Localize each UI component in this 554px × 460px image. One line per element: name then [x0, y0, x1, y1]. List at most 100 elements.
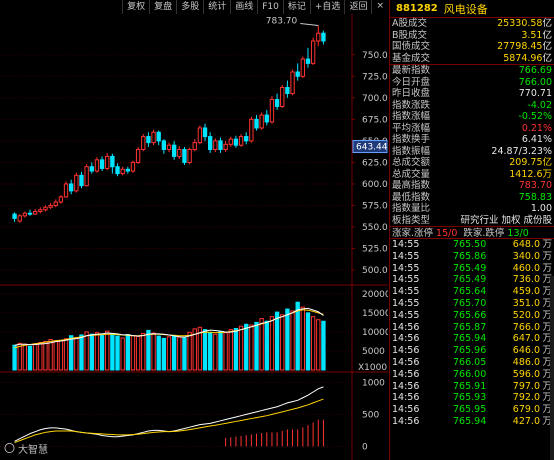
candle-body	[274, 99, 280, 107]
tick-price: 765.49	[453, 274, 487, 286]
stat-label: 指数量比	[392, 203, 431, 214]
stat-label: 最高指数	[392, 180, 431, 191]
volume-bar	[213, 333, 218, 371]
quote-panel: 881282 风电设备 A股成交 25330.58亿 B股成交 3.51亿 国债成交…	[389, 0, 554, 460]
candle-body	[125, 168, 130, 172]
stat-row: 指数涨跌 -4.02	[390, 100, 554, 112]
tick-price: 765.96	[453, 345, 487, 357]
restore-right-button[interactable]: 复权	[122, 0, 149, 14]
candle-body	[285, 86, 290, 95]
volume-bar	[38, 342, 43, 371]
volume-bar	[58, 339, 64, 371]
tick-price: 765.86	[453, 250, 487, 262]
stat-label: 今日开盘	[392, 76, 431, 88]
tick-row: 14:55 765.49 460.0 万	[390, 263, 554, 275]
draw-line-button[interactable]: 画线	[230, 0, 257, 14]
chart-area[interactable]: 750.0725.0700.0675.0650.0625.0600.0575.0…	[0, 0, 388, 460]
tick-unit: 万	[542, 262, 552, 274]
volume-bar	[166, 336, 172, 371]
candle-body	[182, 149, 187, 163]
volume-tick-label: 20000	[362, 290, 388, 300]
volume-bar	[110, 333, 115, 371]
tick-price: 765.49	[453, 262, 487, 274]
turnover-value: 3.51	[521, 29, 543, 41]
candle-body	[63, 183, 69, 198]
candle-body	[197, 127, 203, 144]
candle-body	[17, 215, 22, 222]
add-watchlist-button[interactable]: +自选	[309, 0, 345, 14]
volume-bar	[74, 337, 79, 371]
candle-body	[43, 206, 48, 211]
tick-time: 14:56	[392, 404, 420, 416]
last-price-label: 643.44	[356, 143, 388, 153]
statistics-button[interactable]: 统计	[203, 0, 230, 14]
multi-stock-button[interactable]: 多股	[176, 0, 203, 14]
replay-button[interactable]: 复盘	[149, 0, 176, 14]
tick-price: 765.70	[453, 297, 487, 309]
candle-body	[280, 86, 285, 107]
candle-body	[110, 155, 115, 168]
candle-body	[141, 136, 146, 150]
volume-bar	[99, 334, 105, 371]
volume-bar	[63, 338, 69, 371]
candle-body	[264, 114, 269, 123]
turnover-value: 27798.45	[497, 41, 543, 52]
stat-label: 最新指数	[392, 65, 431, 76]
candle-body	[310, 40, 316, 64]
tick-row: 14:56 765.94 427.0 万	[390, 416, 554, 428]
mark-button[interactable]: 标记	[282, 0, 310, 14]
volume-bar	[177, 336, 182, 371]
candle-body	[32, 211, 38, 215]
chart-canvas[interactable]: 750.0725.0700.0675.0650.0625.0600.0575.0…	[0, 0, 388, 460]
candle-body	[300, 58, 306, 77]
tick-scrollbar[interactable]	[550, 276, 554, 460]
volume-bar	[218, 331, 223, 371]
volume-bar	[238, 325, 244, 371]
tick-price: 765.95	[453, 404, 487, 416]
tick-time: 14:55	[392, 250, 420, 262]
close-icon[interactable]: ×	[371, 0, 388, 14]
back-button[interactable]: 返回	[344, 0, 371, 14]
f10-button[interactable]: F10	[257, 0, 283, 14]
candle-body	[105, 155, 110, 169]
price-tick-label: 675.0	[362, 115, 388, 125]
stat-label: 板指类型	[392, 214, 431, 226]
volume-bar	[249, 324, 254, 371]
stat-label: 昨日收盘	[392, 88, 431, 99]
tick-row: 14:56 765.93 792.0 万	[390, 392, 554, 404]
tick-volume: 340.0	[512, 250, 540, 262]
tick-time: 14:56	[392, 415, 420, 427]
indicator-tick-label: 0	[362, 442, 368, 452]
stat-row[interactable]: 板指类型 研究行业 加权 成份股	[390, 215, 554, 227]
stat-value: 766.00	[518, 76, 552, 88]
tick-time: 14:56	[392, 368, 420, 380]
candle-body	[305, 58, 311, 64]
volume-bar	[125, 334, 130, 371]
turnover-value: 5874.96	[503, 52, 543, 64]
tick-price: 765.94	[453, 333, 487, 345]
stat-row: 最低指数 758.83	[390, 192, 554, 204]
tick-row: 14:56 766.05 486.0 万	[390, 357, 554, 369]
candle-body	[192, 142, 197, 151]
tick-row: 14:56 765.94 647.0 万	[390, 333, 554, 345]
tick-time: 14:55	[392, 309, 420, 321]
volume-bar	[32, 343, 38, 371]
volume-bar	[27, 345, 33, 371]
candle-body	[69, 183, 74, 192]
tick-unit: 万	[542, 250, 552, 262]
candle-body	[269, 99, 275, 123]
index-type-links[interactable]: 研究行业 加权 成份股	[460, 215, 552, 227]
candle-body	[22, 212, 28, 217]
candle-body	[89, 166, 94, 172]
candle-body	[228, 138, 233, 145]
volume-bar	[259, 318, 264, 371]
candle-body	[58, 196, 64, 203]
max-marker-line	[300, 22, 319, 26]
volume-bar	[115, 335, 120, 371]
tick-list[interactable]: 14:55 765.50 648.0 万 14:55 765.86 340.0 万 14:55 7…	[390, 239, 554, 428]
turnover-label: B股成交	[392, 29, 428, 41]
volume-bar	[305, 312, 311, 371]
tick-time: 14:55	[392, 274, 420, 286]
tick-row: 14:56 765.96 646.0 万	[390, 345, 554, 357]
stat-row: 指数换手 6.41%	[390, 134, 554, 146]
